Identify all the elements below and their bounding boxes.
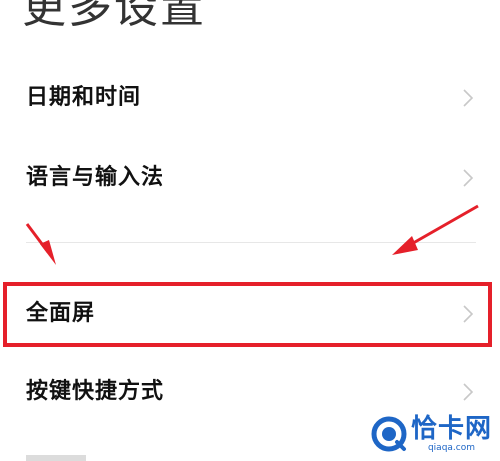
menu-item-key-shortcuts[interactable]: 按键快捷方式 [0,362,500,422]
pointer-arrow-icon [392,204,479,255]
watermark: 恰卡网 qiaqa.com [371,414,492,454]
watermark-name: 恰卡网 [410,414,492,444]
highlight-box [3,282,492,347]
watermark-logo-icon [371,416,407,452]
chevron-right-icon [463,383,474,401]
pointer-arrow-icon [25,223,56,265]
menu-item-label: 按键快捷方式 [26,379,165,404]
watermark-url: qiaqa.com [427,443,476,453]
list-item-partial [26,447,96,461]
